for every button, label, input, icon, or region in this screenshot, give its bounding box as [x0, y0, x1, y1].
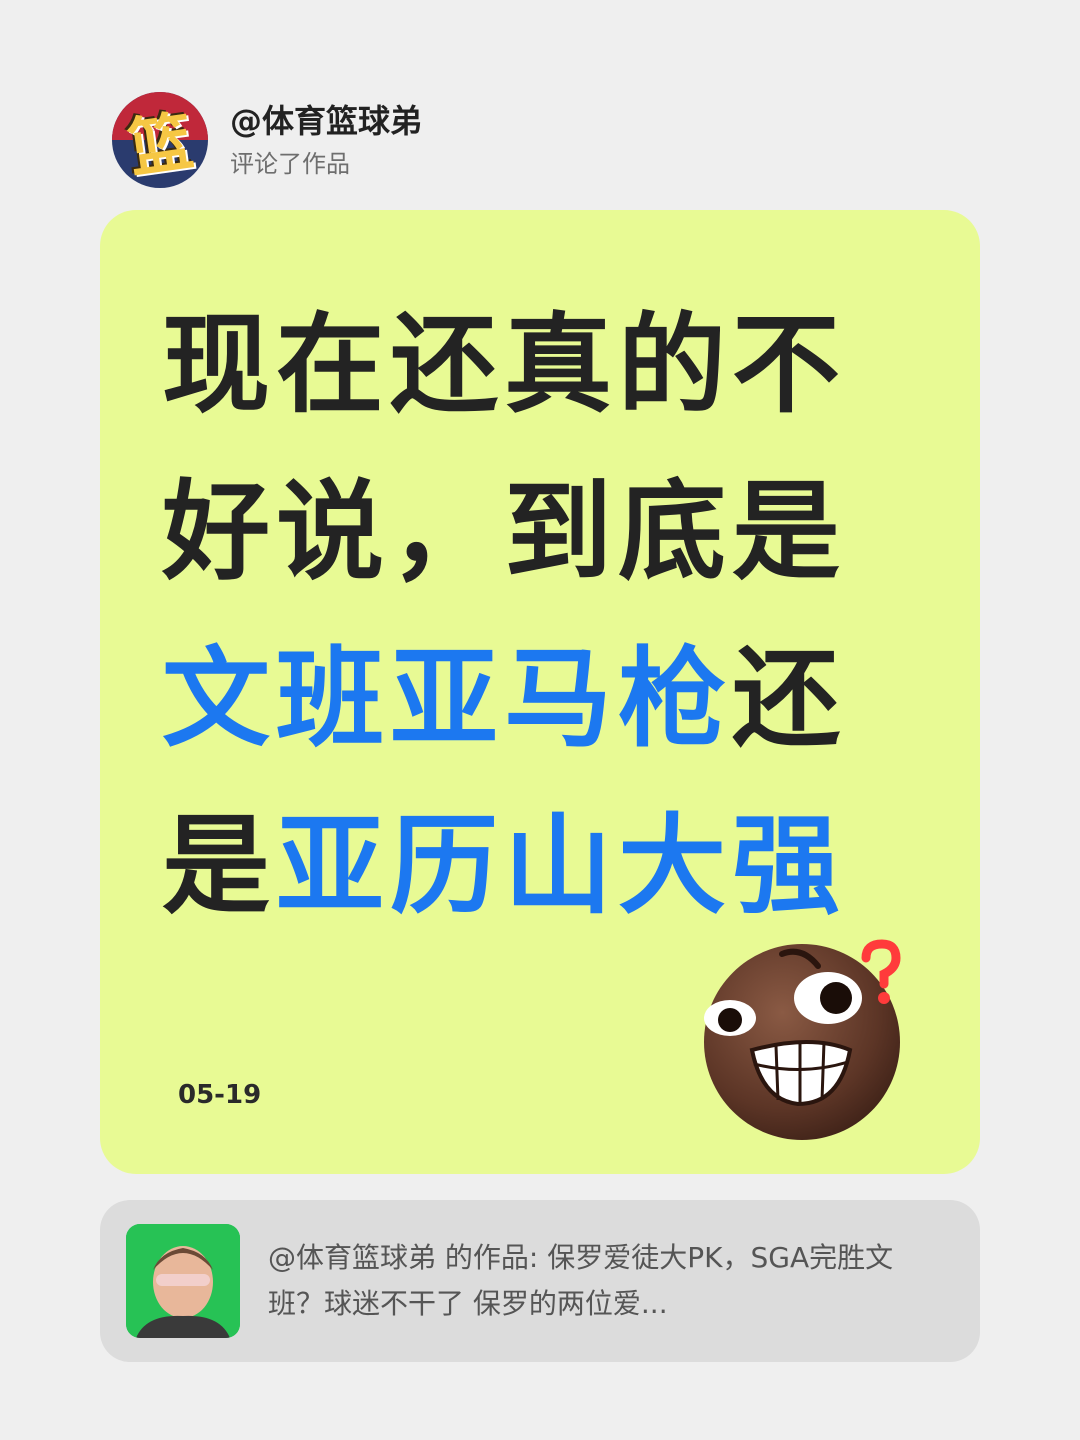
video-thumbnail-person-icon[interactable]: [126, 1224, 240, 1338]
comment-text: 现在还真的不好说，到底是文班亚马枪还是亚历山大强: [162, 282, 922, 950]
author-username[interactable]: @体育篮球弟: [230, 99, 422, 143]
highlighted-text: 亚历山大强: [276, 804, 847, 929]
basketball-logo-icon: 篮: [123, 104, 198, 188]
comment-text-segment: 现在还真的不好说，到底是: [162, 303, 847, 595]
highlighted-text: 文班亚马枪: [162, 637, 733, 762]
comment-date: 05-19: [178, 1080, 262, 1110]
author-action: 评论了作品: [230, 150, 350, 178]
author-info: @体育篮球弟 评论了作品: [230, 99, 422, 181]
author-avatar[interactable]: 篮: [112, 92, 208, 188]
referenced-work-text[interactable]: @体育篮球弟 的作品: 保罗爱徒大PK，SGA完胜文班？球迷不干了 保罗的两位爱…: [268, 1235, 948, 1327]
comment-share-card: 篮 @体育篮球弟 评论了作品 现在还真的不好说，到底是文班亚马枪还是亚历山大强 …: [0, 0, 1080, 1440]
comment-card: 现在还真的不好说，到底是文班亚马枪还是亚历山大强 05-19: [100, 210, 980, 1174]
confused-grin-emoji-icon: [704, 939, 901, 1140]
author-header[interactable]: 篮 @体育篮球弟 评论了作品: [112, 92, 422, 188]
referenced-work-card[interactable]: @体育篮球弟 的作品: 保罗爱徒大PK，SGA完胜文班？球迷不干了 保罗的两位爱…: [100, 1200, 980, 1362]
